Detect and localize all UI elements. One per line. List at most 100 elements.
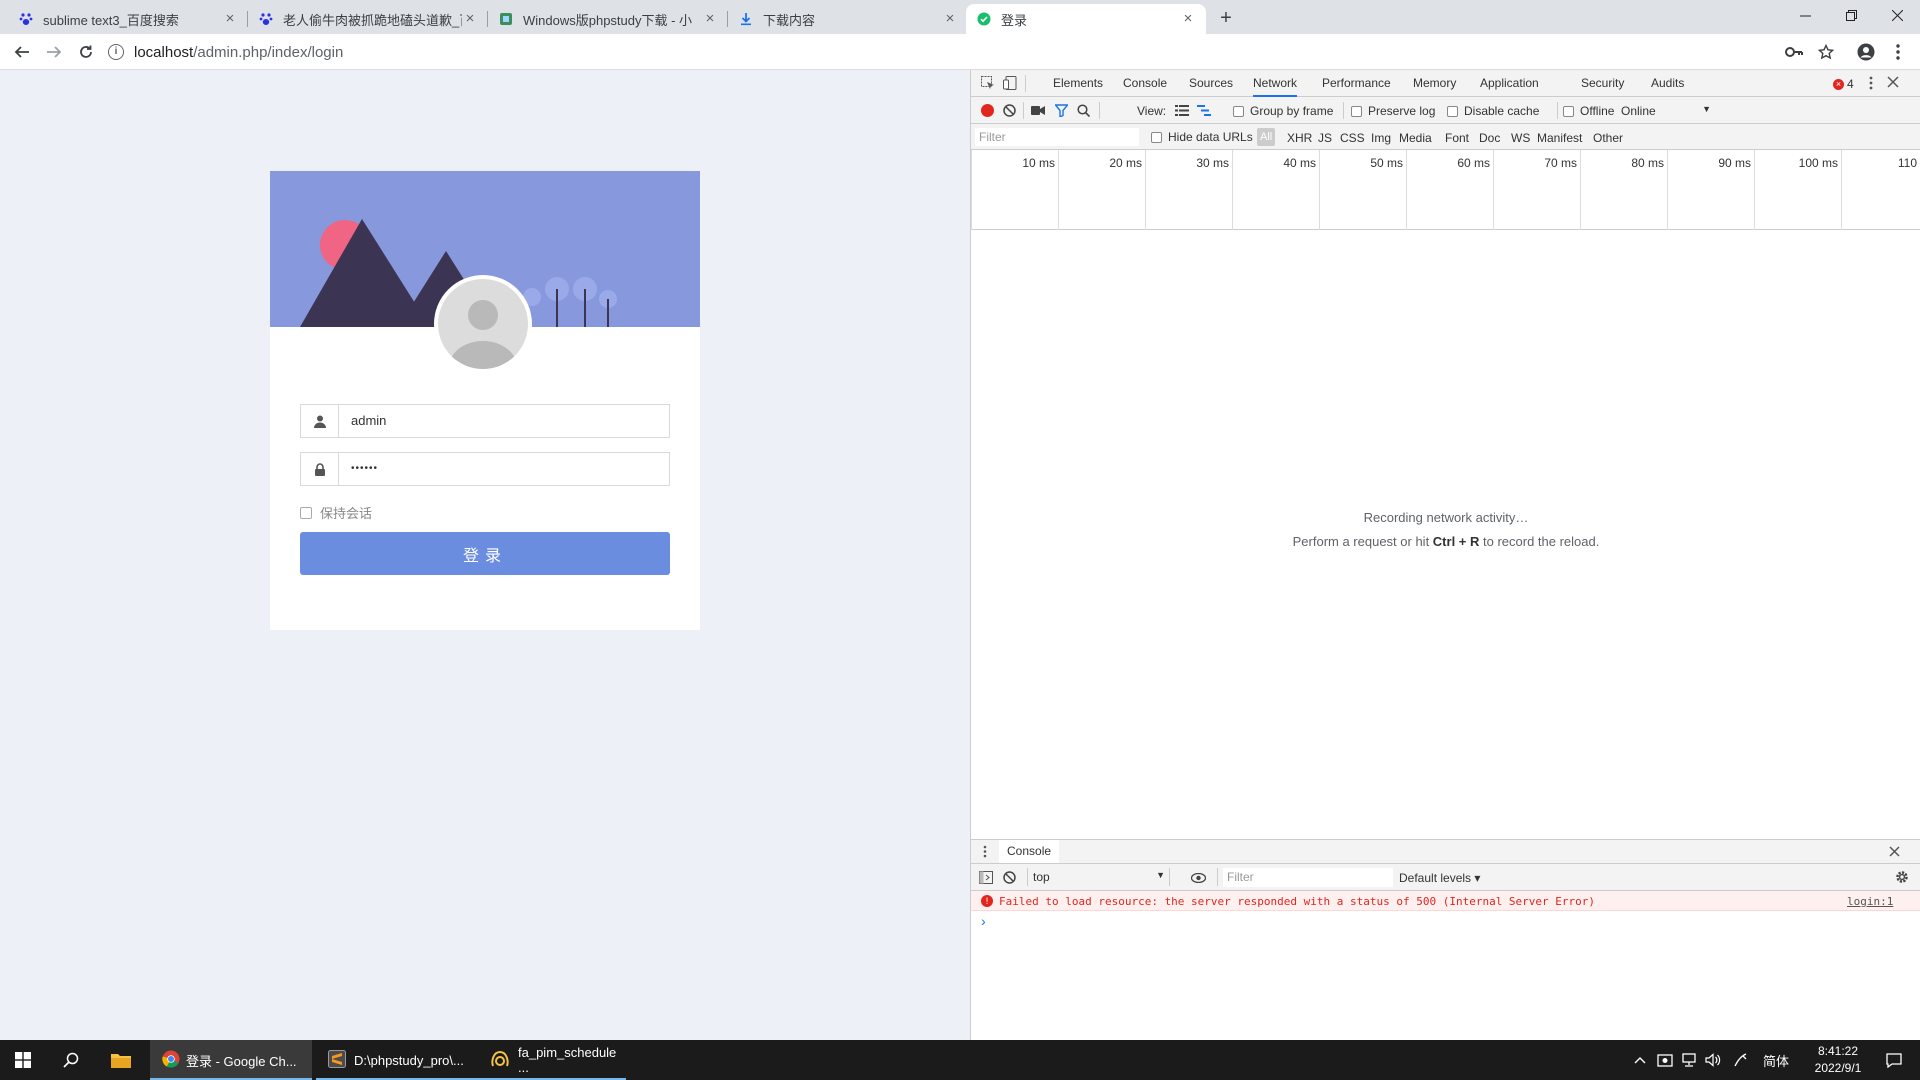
close-devtools-icon[interactable] bbox=[1887, 76, 1901, 90]
type-filter-js[interactable]: JS bbox=[1318, 131, 1332, 145]
volume-icon[interactable] bbox=[1702, 1040, 1724, 1080]
type-filter-all[interactable]: All bbox=[1257, 128, 1276, 146]
tab-close-icon[interactable]: × bbox=[702, 11, 718, 27]
minimize-icon[interactable] bbox=[1782, 0, 1828, 30]
type-filter-css[interactable]: CSS bbox=[1340, 131, 1365, 145]
preserve-log-checkbox[interactable]: Preserve log bbox=[1351, 104, 1435, 118]
action-center-icon[interactable] bbox=[1874, 1040, 1914, 1080]
profile-avatar-icon[interactable] bbox=[1852, 38, 1880, 66]
large-rows-icon[interactable] bbox=[1175, 105, 1189, 119]
username-input[interactable]: admin bbox=[339, 405, 669, 437]
remember-checkbox[interactable] bbox=[300, 506, 312, 519]
devtools-menu-icon[interactable] bbox=[1869, 76, 1875, 90]
drawer-menu-icon[interactable] bbox=[983, 845, 987, 861]
taskbar-item-sublime[interactable]: D:\phpstudy_pro\... bbox=[316, 1040, 478, 1080]
record-icon[interactable] bbox=[981, 104, 994, 117]
network-timeline-overview[interactable]: 10 ms 20 ms 30 ms 40 ms 50 ms 60 ms 70 m… bbox=[971, 150, 1920, 230]
device-toolbar-icon[interactable] bbox=[1003, 76, 1017, 90]
type-filter-img[interactable]: Img bbox=[1371, 131, 1391, 145]
tab-application[interactable]: Application bbox=[1480, 70, 1539, 97]
inspect-element-icon[interactable] bbox=[981, 76, 995, 90]
tab-console[interactable]: Console bbox=[1123, 70, 1167, 97]
tab-performance[interactable]: Performance bbox=[1322, 70, 1391, 97]
login-button[interactable]: 登录 bbox=[300, 532, 670, 575]
type-filter-font[interactable]: Font bbox=[1445, 131, 1469, 145]
offline-checkbox[interactable]: Offline bbox=[1563, 104, 1614, 118]
console-sidebar-icon[interactable] bbox=[979, 871, 993, 887]
close-window-icon[interactable] bbox=[1874, 0, 1920, 30]
tab-close-icon[interactable]: × bbox=[462, 11, 478, 27]
restore-icon[interactable] bbox=[1828, 0, 1874, 30]
tray-app-icon[interactable] bbox=[1654, 1040, 1676, 1080]
search-icon[interactable] bbox=[1077, 104, 1091, 120]
hide-data-urls-checkbox[interactable]: Hide data URLs bbox=[1151, 130, 1253, 144]
type-filter-other[interactable]: Other bbox=[1593, 131, 1623, 145]
timeline-tick-label: 100 ms bbox=[1798, 156, 1838, 170]
tab-memory[interactable]: Memory bbox=[1413, 70, 1456, 97]
browser-tab[interactable]: sublime text3_百度搜索 × bbox=[8, 4, 248, 34]
new-tab-button[interactable]: + bbox=[1214, 6, 1238, 30]
remember-session[interactable]: 保持会话 bbox=[300, 503, 372, 522]
console-prompt[interactable]: › bbox=[981, 913, 986, 929]
error-counter[interactable]: × 4 bbox=[1833, 77, 1854, 91]
browser-tab[interactable]: 老人偷牛肉被抓跪地磕头道歉_百 × bbox=[248, 4, 488, 34]
browser-tab-active[interactable]: 登录 × bbox=[966, 4, 1206, 34]
tab-close-icon[interactable]: × bbox=[942, 11, 958, 27]
tray-overflow-chevron-icon[interactable] bbox=[1630, 1040, 1650, 1080]
browser-tab[interactable]: Windows版phpstudy下载 - 小 × bbox=[488, 4, 728, 34]
pen-ink-icon[interactable] bbox=[1730, 1040, 1752, 1080]
error-source-link[interactable]: login:1 bbox=[1847, 895, 1893, 908]
group-by-frame-checkbox[interactable]: Group by frame bbox=[1233, 104, 1333, 118]
tab-elements[interactable]: Elements bbox=[1053, 70, 1103, 97]
back-icon[interactable] bbox=[8, 38, 36, 66]
network-filter-input[interactable]: Filter bbox=[975, 128, 1139, 146]
address-bar[interactable]: i localhost/admin.php/index/login bbox=[108, 38, 1778, 66]
live-expression-eye-icon[interactable] bbox=[1190, 872, 1207, 886]
browser-tab[interactable]: 下载内容 × bbox=[728, 4, 968, 34]
tab-audits[interactable]: Audits bbox=[1651, 70, 1684, 97]
tab-sources[interactable]: Sources bbox=[1189, 70, 1233, 97]
timeline-gridline bbox=[971, 150, 972, 230]
type-filter-doc[interactable]: Doc bbox=[1479, 131, 1500, 145]
type-filter-manifest[interactable]: Manifest bbox=[1537, 131, 1582, 145]
clock[interactable]: 8:41:22 2022/9/1 bbox=[1798, 1040, 1878, 1080]
tab-close-icon[interactable]: × bbox=[222, 11, 238, 27]
windows-start-icon[interactable] bbox=[0, 1040, 46, 1080]
ime-indicator[interactable]: 简体 bbox=[1756, 1040, 1796, 1080]
username-field[interactable]: admin bbox=[300, 404, 670, 438]
filter-funnel-icon[interactable] bbox=[1054, 104, 1069, 120]
tab-close-icon[interactable]: × bbox=[1180, 11, 1196, 27]
taskbar-item-navicat[interactable]: fa_pim_schedule ... bbox=[478, 1040, 626, 1080]
reload-icon[interactable] bbox=[72, 38, 100, 66]
clear-icon[interactable] bbox=[1003, 104, 1016, 120]
console-settings-gear-icon[interactable] bbox=[1895, 870, 1909, 887]
context-select[interactable]: top ▼ bbox=[1033, 870, 1165, 884]
network-icon[interactable] bbox=[1678, 1040, 1700, 1080]
type-filter-xhr[interactable]: XHR bbox=[1287, 131, 1312, 145]
recording-text: Recording network activity… bbox=[1363, 510, 1529, 525]
tab-security[interactable]: Security bbox=[1581, 70, 1624, 97]
password-input[interactable]: •••••• bbox=[339, 453, 669, 485]
type-filter-ws[interactable]: WS bbox=[1511, 131, 1530, 145]
screenshot-camera-icon[interactable] bbox=[1031, 105, 1045, 119]
close-drawer-icon[interactable] bbox=[1889, 846, 1900, 860]
throttling-select[interactable]: Online ▼ bbox=[1621, 104, 1711, 118]
forward-icon[interactable] bbox=[40, 38, 68, 66]
waterfall-overview-icon[interactable] bbox=[1197, 105, 1211, 119]
console-error-row: ! Failed to load resource: the server re… bbox=[971, 891, 1920, 911]
drawer-tab-console[interactable]: Console bbox=[999, 840, 1060, 863]
password-field[interactable]: •••••• bbox=[300, 452, 670, 486]
tab-network[interactable]: Network bbox=[1253, 70, 1298, 97]
clear-console-icon[interactable] bbox=[1003, 871, 1016, 887]
bookmark-star-icon[interactable] bbox=[1812, 38, 1840, 66]
type-filter-media[interactable]: Media bbox=[1399, 131, 1432, 145]
taskbar-item-chrome[interactable]: 登录 - Google Ch... bbox=[150, 1040, 312, 1080]
search-icon[interactable] bbox=[48, 1040, 94, 1080]
file-explorer-icon[interactable] bbox=[98, 1040, 144, 1080]
site-info-icon[interactable]: i bbox=[108, 44, 124, 60]
log-levels-select[interactable]: Default levels ▾ bbox=[1399, 871, 1480, 885]
chrome-menu-icon[interactable] bbox=[1884, 38, 1912, 66]
disable-cache-checkbox[interactable]: Disable cache bbox=[1447, 104, 1539, 118]
key-icon[interactable] bbox=[1780, 38, 1808, 66]
console-filter-input[interactable]: Filter bbox=[1223, 868, 1393, 887]
